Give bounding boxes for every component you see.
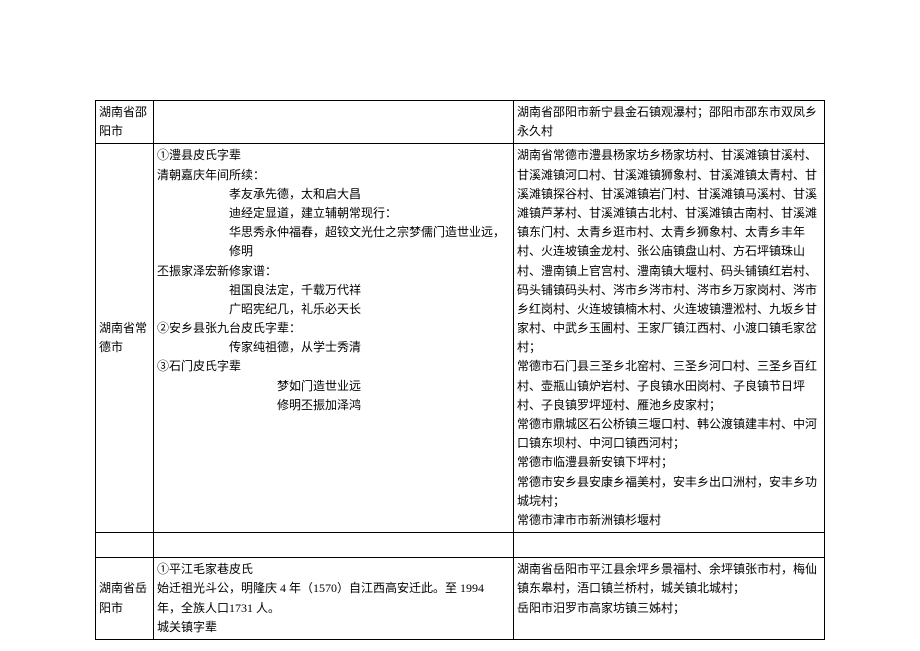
genealogy-line: 清朝嘉庆年间所续： [157, 166, 510, 185]
table-row: 湖南省岳阳市①平江毛家巷皮氏 始迁祖光斗公，明隆庆 4 年（1570）自江西高安… [96, 558, 825, 640]
genealogy-cell [154, 533, 514, 558]
region-cell: 湖南省常德市 [96, 144, 154, 533]
genealogy-line: ②安乡县张九台皮氏字辈： [157, 319, 510, 338]
table-row [96, 533, 825, 558]
genealogy-line: 孝友承先德，太和启大昌 [157, 185, 510, 204]
genealogy-cell [154, 101, 514, 144]
location-cell: 湖南省常德市澧县杨家坊乡杨家坊村、甘溪滩镇甘溪村、甘溪滩镇河口村、甘溪滩镇狮象村… [514, 144, 825, 533]
genealogy-line: 梦如门造世业远 [157, 377, 510, 396]
genealogy-line: ③石门皮氏字辈 [157, 357, 510, 376]
genealogy-cell: ①平江毛家巷皮氏 始迁祖光斗公，明隆庆 4 年（1570）自江西高安迁此。至 1… [154, 558, 514, 640]
genealogy-line: 传家纯祖德，从学士秀清 [157, 338, 510, 357]
genealogy-line: 迪经定显道，建立辅朝常现行： [157, 204, 510, 223]
table-row: 湖南省常德市①澧县皮氏字辈清朝嘉庆年间所续：孝友承先德，太和启大昌迪经定显道，建… [96, 144, 825, 533]
genealogy-line: 华思秀永仲福春，超铰文光仕之宗梦儒门造世业远，修明 [157, 223, 510, 261]
region-cell: 湖南省岳阳市 [96, 558, 154, 640]
table-row: 湖南省邵阳市 湖南省邵阳市新宁县金石镇观瀑村；邵阳市邵东市双凤乡永久村 [96, 101, 825, 144]
genealogy-line: 丕振家泽宏新修家谱： [157, 262, 510, 281]
location-cell: 湖南省邵阳市新宁县金石镇观瀑村；邵阳市邵东市双凤乡永久村 [514, 101, 825, 144]
genealogy-line: 祖国良法定，千载万代祥 [157, 281, 510, 300]
region-cell: 湖南省邵阳市 [96, 101, 154, 144]
genealogy-line: 广昭宪纪几，礼乐必天长 [157, 300, 510, 319]
location-cell [514, 533, 825, 558]
genealogy-line: 修明丕振加泽鸿 [157, 396, 510, 415]
region-cell [96, 533, 154, 558]
genealogy-cell: ①澧县皮氏字辈清朝嘉庆年间所续：孝友承先德，太和启大昌迪经定显道，建立辅朝常现行… [154, 144, 514, 533]
genealogy-line: ①澧县皮氏字辈 [157, 146, 510, 165]
location-cell: 湖南省岳阳市平江县余坪乡景福村、余坪镇张市村，梅仙镇东皋村，浯口镇兰桥村，城关镇… [514, 558, 825, 640]
